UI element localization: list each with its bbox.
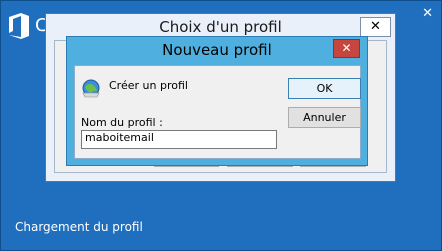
- create-profile-label: Créer un profil: [109, 79, 188, 92]
- profile-icon: [82, 79, 100, 98]
- profile-name-label: Nom du profil :: [81, 116, 163, 129]
- new-profile-title: Nouveau profil: [162, 41, 272, 59]
- profile-name-input[interactable]: maboitemail: [81, 130, 277, 149]
- choose-profile-close-button[interactable]: ✕: [360, 17, 391, 37]
- new-profile-body: Créer un profil Nom du profil : maboitem…: [74, 65, 361, 159]
- cancel-button[interactable]: Annuler: [288, 107, 361, 128]
- splash-screen: C ✕ Choix d'un profil ✕ Nouveau profil ✕…: [0, 0, 442, 251]
- loading-status-text: Chargement du profil: [15, 220, 143, 234]
- splash-close-icon[interactable]: ✕: [422, 6, 433, 21]
- new-profile-close-button[interactable]: ✕: [333, 39, 360, 58]
- ok-button[interactable]: OK: [288, 78, 361, 99]
- office-logo-icon: [9, 13, 29, 39]
- new-profile-dialog: Nouveau profil ✕ Créer un profil Nom du …: [66, 36, 368, 166]
